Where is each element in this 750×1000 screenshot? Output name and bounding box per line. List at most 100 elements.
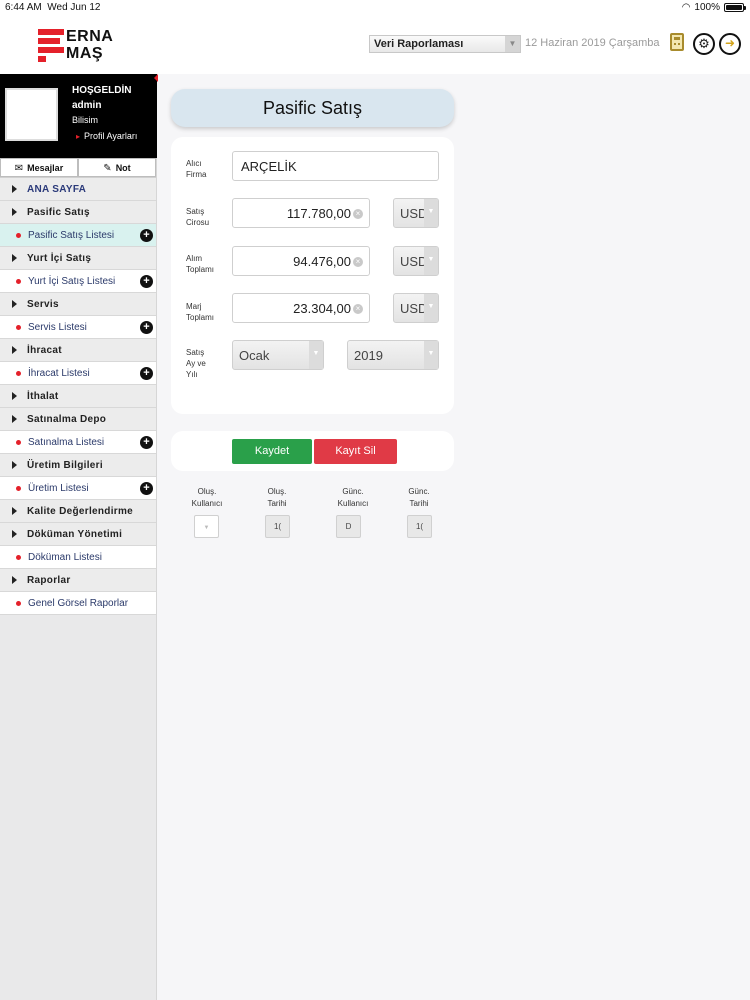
add-icon[interactable]: + <box>140 367 153 380</box>
triangle-right-icon <box>12 254 17 262</box>
sidebar-item-genel-gorsel-raporlar[interactable]: Genel Görsel Raporlar <box>0 592 156 615</box>
bullet-icon <box>16 324 21 330</box>
add-icon[interactable]: + <box>140 482 153 495</box>
satis-cirosu-input[interactable]: 117.780,00 × <box>232 198 370 228</box>
note-tab[interactable]: ✎ Not <box>78 158 156 177</box>
satis-cirosu-label: Satış Cirosu <box>186 207 210 227</box>
year-select[interactable]: 2019 ▼ <box>347 340 439 370</box>
calculator-icon[interactable] <box>670 33 684 51</box>
sidebar-item-yurt-ici-satis-listesi[interactable]: Yurt İçi Satış Listesi + <box>0 270 156 293</box>
envelope-icon: ✉ <box>14 163 24 174</box>
year-value: 2019 <box>354 348 383 363</box>
gunc-tarihi-field[interactable]: 1( <box>407 515 432 538</box>
messages-tab[interactable]: ✉ Mesajlar <box>0 158 78 177</box>
satis-cirosu-currency-select[interactable]: USD ▼ <box>393 198 439 228</box>
month-select[interactable]: Ocak ▼ <box>232 340 324 370</box>
sidebar-item-label: ANA SAYFA <box>27 183 87 195</box>
olus-tarihi-field[interactable]: 1( <box>265 515 290 538</box>
marj-toplami-input[interactable]: 23.304,00 × <box>232 293 370 323</box>
logo-text-top: ERNA <box>66 28 114 45</box>
sidebar-item-servis-listesi[interactable]: Servis Listesi + <box>0 316 156 339</box>
marj-toplami-currency-select[interactable]: USD ▼ <box>393 293 439 323</box>
triangle-right-icon <box>12 461 17 469</box>
alim-toplami-input[interactable]: 94.476,00 × <box>232 246 370 276</box>
messages-tab-label: Mesajlar <box>27 163 64 173</box>
sidebar-section-raporlar[interactable]: Raporlar <box>0 569 156 592</box>
bullet-icon <box>16 278 21 284</box>
triangle-right-icon <box>12 507 17 515</box>
sidebar-item-label: Satınalma Listesi <box>28 436 105 448</box>
company-logo[interactable]: ERNA MAŞ <box>38 28 118 65</box>
triangle-right-icon <box>12 185 17 193</box>
triangle-right-icon <box>12 392 17 400</box>
sidebar-item-label: Raporlar <box>27 574 71 586</box>
report-type-select[interactable]: Veri Raporlaması ▼ <box>369 35 521 53</box>
triangle-right-icon <box>12 530 17 538</box>
add-icon[interactable]: + <box>140 436 153 449</box>
logout-arrow-icon[interactable]: ➜ <box>719 33 741 55</box>
chevron-down-icon: ▼ <box>424 294 438 322</box>
bullet-icon <box>16 232 21 238</box>
alici-firma-input[interactable]: ARÇELİK <box>232 151 439 181</box>
clear-icon[interactable]: × <box>353 209 363 219</box>
sidebar-section-kalite[interactable]: Kalite Değerlendirme <box>0 500 156 523</box>
sidebar-section-dokuman-yonetimi[interactable]: Döküman Yönetimi <box>0 523 156 546</box>
wifi-icon: ◠ <box>681 2 691 13</box>
delete-record-button[interactable]: Kayıt Sil <box>314 439 397 464</box>
clear-icon[interactable]: × <box>353 257 363 267</box>
settings-gear-icon[interactable]: ⚙ <box>693 33 715 55</box>
chevron-down-icon: ▼ <box>424 341 438 369</box>
triangle-right-icon <box>12 300 17 308</box>
month-value: Ocak <box>239 348 270 363</box>
sidebar-item-label: Döküman Yönetimi <box>27 528 123 540</box>
olus-kullanici-label: Oluş. Kullanıcı <box>191 487 223 508</box>
sidebar-section-uretim-bilgileri[interactable]: Üretim Bilgileri <box>0 454 156 477</box>
sidebar-section-ihracat[interactable]: İhracat <box>0 339 156 362</box>
edit-note-icon: ✎ <box>103 163 112 174</box>
sidebar-item-uretim-listesi[interactable]: Üretim Listesi + <box>0 477 156 500</box>
triangle-right-icon <box>12 346 17 354</box>
olus-kullanici-select[interactable]: ▼ <box>194 515 219 538</box>
sidebar-item-label: Satınalma Depo <box>27 413 107 425</box>
battery-percent: 100% <box>694 2 720 13</box>
sidebar-section-servis[interactable]: Servis <box>0 293 156 316</box>
user-department: Bilisim <box>72 115 98 125</box>
sidebar-section-pasific-satis[interactable]: Pasific Satış <box>0 201 156 224</box>
chevron-down-icon: ▼ <box>309 341 323 369</box>
add-icon[interactable]: + <box>140 321 153 334</box>
app-header: ERNA MAŞ Veri Raporlaması ▼ 12 Haziran 2… <box>0 16 750 74</box>
add-icon[interactable]: + <box>140 229 153 242</box>
sidebar-item-satinalma-listesi[interactable]: Satınalma Listesi + <box>0 431 156 454</box>
sidebar-item-label: Üretim Bilgileri <box>27 459 103 471</box>
welcome-text: HOŞGELDİN <box>72 85 132 96</box>
user-name: admin <box>72 100 102 111</box>
marj-toplami-label: Marj Toplamı <box>186 302 215 322</box>
sidebar-section-ithalat[interactable]: İthalat <box>0 385 156 408</box>
gunc-kullanici-field[interactable]: D <box>336 515 361 538</box>
profile-settings-link[interactable]: Profil Ayarları <box>76 131 137 141</box>
clear-icon[interactable]: × <box>353 304 363 314</box>
olus-tarihi-label: Oluş. Tarihi <box>267 487 287 508</box>
sidebar-item-ihracat-listesi[interactable]: İhracat Listesi + <box>0 362 156 385</box>
alim-toplami-currency-select[interactable]: USD ▼ <box>393 246 439 276</box>
bullet-icon <box>16 485 21 491</box>
save-button[interactable]: Kaydet <box>232 439 312 464</box>
sidebar-item-dokuman-listesi[interactable]: Döküman Listesi <box>0 546 156 569</box>
add-icon[interactable]: + <box>140 275 153 288</box>
gunc-kullanici-label: Günc. Kullanıcı <box>337 487 369 508</box>
sidebar-item-label: İhracat <box>27 344 62 356</box>
sidebar-item-home[interactable]: ANA SAYFA <box>0 178 156 201</box>
sidebar-section-yurt-ici-satis[interactable]: Yurt İçi Satış <box>0 247 156 270</box>
sidebar-item-label: Genel Görsel Raporlar <box>28 597 129 609</box>
sidebar-item-label: İhracat Listesi <box>28 367 90 379</box>
sidebar-section-satinalma-depo[interactable]: Satınalma Depo <box>0 408 156 431</box>
report-select-value: Veri Raporlaması <box>374 38 464 50</box>
sidebar-item-pasific-satis-listesi[interactable]: Pasific Satış Listesi + <box>0 224 156 247</box>
battery-icon <box>724 3 746 12</box>
sidebar-item-label: Servis <box>27 298 59 310</box>
bullet-icon <box>16 370 21 376</box>
sidebar-item-label: Yurt İçi Satış <box>27 252 92 264</box>
note-tab-label: Not <box>115 163 131 173</box>
collapse-arrow-icon[interactable] <box>154 74 158 82</box>
sidebar-item-label: Pasific Satış <box>27 206 90 218</box>
